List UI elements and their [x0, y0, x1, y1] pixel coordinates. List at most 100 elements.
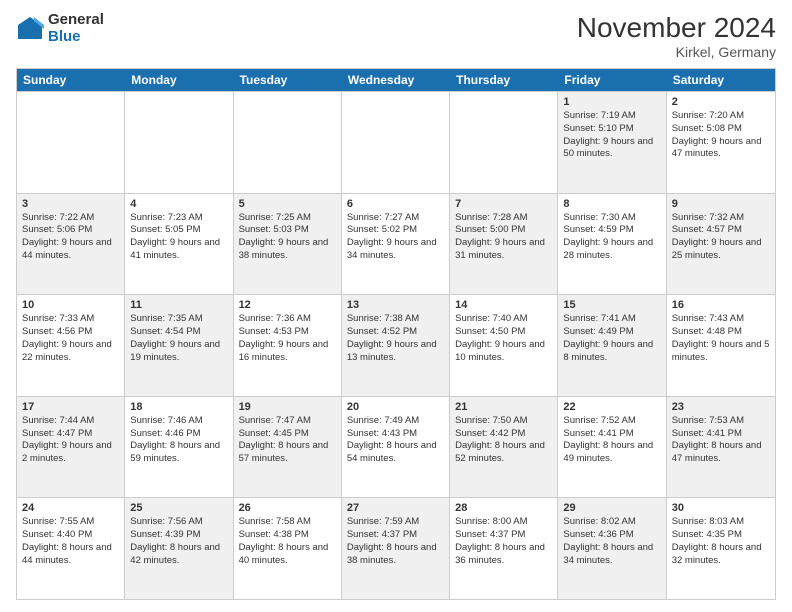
calendar-cell: 16 Sunrise: 7:43 AM Sunset: 4:48 PM Dayli…: [667, 295, 775, 396]
calendar-cell: 10Sunrise: 7:33 AM Sunset: 4:56 PM Dayli…: [17, 295, 125, 396]
calendar-cell: [450, 92, 558, 193]
calendar: SundayMondayTuesdayWednesdayThursdayFrid…: [16, 68, 776, 600]
day-number: 24: [22, 502, 119, 514]
day-number: 29: [563, 502, 660, 514]
day-number: 17: [22, 401, 119, 413]
calendar-cell: 24 Sunrise: 7:55 AM Sunset: 4:40 PM Dayli…: [17, 498, 125, 599]
calendar-cell: 17 Sunrise: 7:44 AM Sunset: 4:47 PM Dayli…: [17, 397, 125, 498]
day-info: Sunrise: 7:20 AM Sunset: 5:08 PM Dayligh…: [672, 110, 770, 161]
day-info: Sunrise: 7:19 AM Sunset: 5:10 PM Dayligh…: [563, 110, 660, 161]
day-info: Sunrise: 7:28 AM Sunset: 5:00 PM Dayligh…: [455, 212, 552, 263]
calendar-cell: 7 Sunrise: 7:28 AM Sunset: 5:00 PM Daylig…: [450, 194, 558, 295]
day-number: 30: [672, 502, 770, 514]
day-number: 8: [563, 198, 660, 210]
day-info: Sunrise: 7:44 AM Sunset: 4:47 PM Dayligh…: [22, 415, 119, 466]
day-number: 1: [563, 96, 660, 108]
location: Kirkel, Germany: [577, 44, 776, 60]
day-info: Sunrise: 7:27 AM Sunset: 5:02 PM Dayligh…: [347, 212, 444, 263]
day-info: Sunrise: 7:38 AM Sunset: 4:52 PM Dayligh…: [347, 313, 444, 364]
day-number: 13: [347, 299, 444, 311]
calendar-cell: 21 Sunrise: 7:50 AM Sunset: 4:42 PM Dayli…: [450, 397, 558, 498]
day-info: Sunrise: 7:49 AM Sunset: 4:43 PM Dayligh…: [347, 415, 444, 466]
cal-header-day: Thursday: [450, 69, 558, 91]
day-number: 22: [563, 401, 660, 413]
day-number: 20: [347, 401, 444, 413]
calendar-row: 3Sunrise: 7:22 AM Sunset: 5:06 PM Daylig…: [17, 193, 775, 295]
day-info: Sunrise: 7:32 AM Sunset: 4:57 PM Dayligh…: [672, 212, 770, 263]
calendar-cell: 9Sunrise: 7:32 AM Sunset: 4:57 PM Daylig…: [667, 194, 775, 295]
day-number: 14: [455, 299, 552, 311]
calendar-cell: 11 Sunrise: 7:35 AM Sunset: 4:54 PM Dayli…: [125, 295, 233, 396]
calendar-header: SundayMondayTuesdayWednesdayThursdayFrid…: [17, 69, 775, 91]
day-info: Sunrise: 8:03 AM Sunset: 4:35 PM Dayligh…: [672, 516, 770, 567]
day-number: 18: [130, 401, 227, 413]
calendar-cell: [17, 92, 125, 193]
calendar-cell: 22 Sunrise: 7:52 AM Sunset: 4:41 PM Dayli…: [558, 397, 666, 498]
calendar-cell: [125, 92, 233, 193]
calendar-cell: 15 Sunrise: 7:41 AM Sunset: 4:49 PM Dayli…: [558, 295, 666, 396]
calendar-cell: 23Sunrise: 7:53 AM Sunset: 4:41 PM Dayli…: [667, 397, 775, 498]
day-info: Sunrise: 8:00 AM Sunset: 4:37 PM Dayligh…: [455, 516, 552, 567]
calendar-cell: 3Sunrise: 7:22 AM Sunset: 5:06 PM Daylig…: [17, 194, 125, 295]
header: General Blue November 2024 Kirkel, Germa…: [16, 12, 776, 60]
day-info: Sunrise: 7:52 AM Sunset: 4:41 PM Dayligh…: [563, 415, 660, 466]
logo-icon: [16, 15, 44, 43]
calendar-cell: 19 Sunrise: 7:47 AM Sunset: 4:45 PM Dayli…: [234, 397, 342, 498]
day-info: Sunrise: 7:41 AM Sunset: 4:49 PM Dayligh…: [563, 313, 660, 364]
day-info: Sunrise: 7:55 AM Sunset: 4:40 PM Dayligh…: [22, 516, 119, 567]
calendar-row: 17 Sunrise: 7:44 AM Sunset: 4:47 PM Dayli…: [17, 396, 775, 498]
calendar-cell: 5 Sunrise: 7:25 AM Sunset: 5:03 PM Daylig…: [234, 194, 342, 295]
day-info: Sunrise: 7:58 AM Sunset: 4:38 PM Dayligh…: [239, 516, 336, 567]
day-info: Sunrise: 7:22 AM Sunset: 5:06 PM Dayligh…: [22, 212, 119, 263]
day-number: 27: [347, 502, 444, 514]
day-number: 19: [239, 401, 336, 413]
day-number: 10: [22, 299, 119, 311]
calendar-cell: 28Sunrise: 8:00 AM Sunset: 4:37 PM Dayli…: [450, 498, 558, 599]
calendar-cell: 4Sunrise: 7:23 AM Sunset: 5:05 PM Daylig…: [125, 194, 233, 295]
day-number: 15: [563, 299, 660, 311]
calendar-cell: [342, 92, 450, 193]
calendar-cell: 27Sunrise: 7:59 AM Sunset: 4:37 PM Dayli…: [342, 498, 450, 599]
day-number: 11: [130, 299, 227, 311]
calendar-row: 10Sunrise: 7:33 AM Sunset: 4:56 PM Dayli…: [17, 294, 775, 396]
day-info: Sunrise: 7:47 AM Sunset: 4:45 PM Dayligh…: [239, 415, 336, 466]
calendar-cell: 6 Sunrise: 7:27 AM Sunset: 5:02 PM Daylig…: [342, 194, 450, 295]
day-info: Sunrise: 7:46 AM Sunset: 4:46 PM Dayligh…: [130, 415, 227, 466]
day-number: 26: [239, 502, 336, 514]
calendar-cell: 8 Sunrise: 7:30 AM Sunset: 4:59 PM Daylig…: [558, 194, 666, 295]
cal-header-day: Monday: [125, 69, 233, 91]
day-info: Sunrise: 8:02 AM Sunset: 4:36 PM Dayligh…: [563, 516, 660, 567]
cal-header-day: Friday: [558, 69, 666, 91]
page: General Blue November 2024 Kirkel, Germa…: [0, 0, 792, 612]
logo-blue-text: Blue: [48, 29, 104, 46]
day-number: 21: [455, 401, 552, 413]
cal-header-day: Tuesday: [234, 69, 342, 91]
day-number: 16: [672, 299, 770, 311]
day-number: 6: [347, 198, 444, 210]
calendar-cell: 13 Sunrise: 7:38 AM Sunset: 4:52 PM Dayli…: [342, 295, 450, 396]
title-block: November 2024 Kirkel, Germany: [577, 12, 776, 60]
calendar-cell: [234, 92, 342, 193]
logo-text: General Blue: [48, 12, 104, 45]
cal-header-day: Saturday: [667, 69, 775, 91]
day-info: Sunrise: 7:23 AM Sunset: 5:05 PM Dayligh…: [130, 212, 227, 263]
day-number: 25: [130, 502, 227, 514]
day-info: Sunrise: 7:25 AM Sunset: 5:03 PM Dayligh…: [239, 212, 336, 263]
calendar-cell: 14Sunrise: 7:40 AM Sunset: 4:50 PM Dayli…: [450, 295, 558, 396]
day-info: Sunrise: 7:35 AM Sunset: 4:54 PM Dayligh…: [130, 313, 227, 364]
day-number: 7: [455, 198, 552, 210]
day-info: Sunrise: 7:43 AM Sunset: 4:48 PM Dayligh…: [672, 313, 770, 364]
calendar-cell: 30 Sunrise: 8:03 AM Sunset: 4:35 PM Dayli…: [667, 498, 775, 599]
day-info: Sunrise: 7:50 AM Sunset: 4:42 PM Dayligh…: [455, 415, 552, 466]
calendar-cell: 2Sunrise: 7:20 AM Sunset: 5:08 PM Daylig…: [667, 92, 775, 193]
day-number: 5: [239, 198, 336, 210]
day-info: Sunrise: 7:53 AM Sunset: 4:41 PM Dayligh…: [672, 415, 770, 466]
day-info: Sunrise: 7:30 AM Sunset: 4:59 PM Dayligh…: [563, 212, 660, 263]
day-info: Sunrise: 7:56 AM Sunset: 4:39 PM Dayligh…: [130, 516, 227, 567]
calendar-row: 1 Sunrise: 7:19 AM Sunset: 5:10 PM Daylig…: [17, 91, 775, 193]
day-number: 12: [239, 299, 336, 311]
calendar-row: 24 Sunrise: 7:55 AM Sunset: 4:40 PM Dayli…: [17, 497, 775, 599]
calendar-cell: 20 Sunrise: 7:49 AM Sunset: 4:43 PM Dayli…: [342, 397, 450, 498]
calendar-cell: 18 Sunrise: 7:46 AM Sunset: 4:46 PM Dayli…: [125, 397, 233, 498]
logo: General Blue: [16, 12, 104, 45]
